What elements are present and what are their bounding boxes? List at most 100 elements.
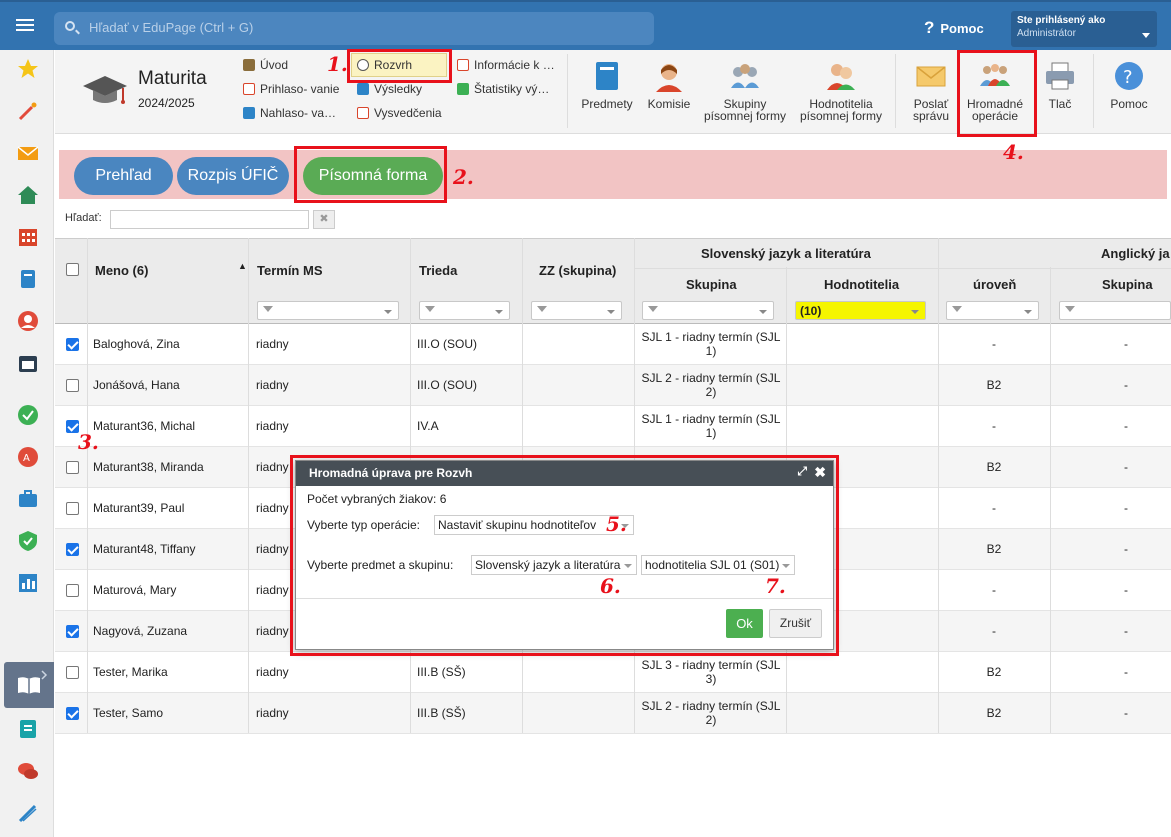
komisie-button[interactable]: Komisie xyxy=(643,60,695,110)
cell-aj-skupina: - xyxy=(1124,583,1128,597)
col-termin[interactable]: Termín MS xyxy=(257,263,323,278)
cell-name: Maturant36, Michal xyxy=(93,419,196,433)
magic-wand-icon[interactable] xyxy=(17,100,39,122)
skupiny-button[interactable]: Skupiny písomnej formy xyxy=(699,60,791,122)
printer-icon xyxy=(1046,62,1074,90)
table-row[interactable]: Tester, Samo riadny III.B (SŠ) SJL 2 - riad… xyxy=(55,693,1171,734)
clear-filter-button[interactable]: ✖ xyxy=(313,210,335,229)
chat-icon[interactable] xyxy=(17,760,39,782)
row-checkbox[interactable] xyxy=(66,707,79,720)
step-5-label: 5. xyxy=(606,512,627,536)
user-icon[interactable] xyxy=(17,310,39,332)
highlight-pisomna xyxy=(294,146,447,203)
cell-name: Nagyová, Zuzana xyxy=(93,624,188,638)
evaluators-icon xyxy=(827,64,855,90)
select-all-checkbox[interactable] xyxy=(66,263,79,276)
cell-trieda: IV.A xyxy=(417,419,439,433)
tab-rozpis[interactable]: Rozpis ÚFIČ xyxy=(177,157,289,195)
home-icon xyxy=(243,59,255,71)
book-icon[interactable] xyxy=(16,674,42,696)
chevron-down-icon xyxy=(911,310,919,314)
grade-icon[interactable]: A xyxy=(17,446,39,468)
svg-text:?: ? xyxy=(1123,67,1133,88)
search-input[interactable]: Hľadať v EduPage (Ctrl + G) xyxy=(54,12,654,45)
envelope-icon xyxy=(916,66,946,87)
col-sjl-skupina[interactable]: Skupina xyxy=(686,277,737,292)
col-meno[interactable]: Meno (6) xyxy=(95,263,148,278)
row-checkbox[interactable] xyxy=(66,461,79,474)
table-row[interactable]: Tester, Marika riadny III.B (SŠ) SJL 3 - ri… xyxy=(55,652,1171,693)
filter-sjl-hodnotitelia[interactable]: (10) xyxy=(795,301,926,320)
form-icon xyxy=(243,83,255,95)
document-icon[interactable] xyxy=(17,718,39,740)
mail-icon[interactable] xyxy=(17,142,39,164)
calendar-icon[interactable] xyxy=(17,352,39,374)
filter-input[interactable] xyxy=(110,210,309,229)
cell-aj-skupina: - xyxy=(1124,706,1128,720)
chevron-down-icon xyxy=(384,310,392,314)
help-button[interactable]: ? Pomoc xyxy=(924,18,984,38)
hodnotitelia-button[interactable]: Hodnotitelia písomnej formy xyxy=(795,60,887,122)
link-statistiky-label: Štatistiky vý… xyxy=(474,82,550,96)
user-menu[interactable]: Ste prihlásený ako Administrátor xyxy=(1011,11,1157,47)
filter-aj-skupina[interactable] xyxy=(1059,301,1171,320)
table-row[interactable]: Maturant36, Michal riadny IV.A SJL 1 - riad… xyxy=(55,406,1171,447)
star-icon[interactable] xyxy=(17,58,39,80)
tab-prehlad[interactable]: Prehľad xyxy=(74,157,173,195)
filter-label: Hľadať: xyxy=(65,212,102,224)
link-prihlasovanie[interactable]: Prihlaso- vanie xyxy=(243,82,339,96)
predmety-label: Predmety xyxy=(581,97,633,111)
link-vysledky[interactable]: Výsledky xyxy=(357,82,422,96)
col-trieda[interactable]: Trieda xyxy=(419,263,457,278)
filter-icon xyxy=(263,306,273,312)
link-uvod-label: Úvod xyxy=(260,58,289,72)
table-row[interactable]: Jonášová, Hana riadny III.O (SOU) SJL 2 - r… xyxy=(55,365,1171,406)
pen-icon[interactable] xyxy=(17,802,39,824)
row-checkbox[interactable] xyxy=(66,584,79,597)
check-circle-icon[interactable] xyxy=(17,404,39,426)
filter-zz[interactable] xyxy=(531,301,622,320)
tlac-button[interactable]: Tlač xyxy=(1035,60,1085,110)
cell-uroven: - xyxy=(992,583,996,597)
filter-trieda[interactable] xyxy=(419,301,510,320)
col-zz[interactable]: ZZ (skupina) xyxy=(539,263,616,278)
home-icon[interactable] xyxy=(17,184,39,206)
row-checkbox[interactable] xyxy=(66,543,79,556)
cell-aj-skupina: - xyxy=(1124,542,1128,556)
col-sjl-hodnotitelia[interactable]: Hodnotitelia xyxy=(824,277,899,292)
col-aj-uroven[interactable]: úroveň xyxy=(973,277,1016,292)
bar-chart-icon[interactable] xyxy=(17,572,39,594)
filter-sjl-skupina[interactable] xyxy=(642,301,774,320)
link-nahlasovanie[interactable]: Nahlaso- va… xyxy=(243,106,336,120)
filter-termin[interactable] xyxy=(257,301,399,320)
col-aj-skupina[interactable]: Skupina xyxy=(1102,277,1153,292)
link-statistiky[interactable]: Štatistiky vý… xyxy=(457,82,549,96)
notebook-icon[interactable] xyxy=(17,268,39,290)
menu-icon[interactable] xyxy=(10,16,46,40)
hodnotitelia-label-2: písomnej formy xyxy=(799,109,883,123)
cell-name: Tester, Marika xyxy=(93,665,168,679)
timetable-icon[interactable] xyxy=(17,226,39,248)
predmety-button[interactable]: Predmety xyxy=(577,60,637,110)
link-informacie[interactable]: Informácie k … xyxy=(457,58,555,72)
row-checkbox[interactable] xyxy=(66,338,79,351)
row-checkbox[interactable] xyxy=(66,625,79,638)
row-checkbox[interactable] xyxy=(66,379,79,392)
link-uvod[interactable]: Úvod xyxy=(243,58,288,72)
filter-icon xyxy=(648,306,658,312)
link-vysvedcenia[interactable]: Vysvedčenia xyxy=(357,106,442,120)
table-header: Meno (6) ▲ Termín MS Trieda ZZ (skupina)… xyxy=(55,238,1171,324)
cell-trieda: III.O (SOU) xyxy=(417,337,477,351)
poslat-spravu-button[interactable]: Poslať správu xyxy=(905,60,957,122)
filter-icon xyxy=(537,306,547,312)
row-checkbox[interactable] xyxy=(66,502,79,515)
shield-icon[interactable] xyxy=(17,530,39,552)
filter-aj-uroven[interactable] xyxy=(946,301,1039,320)
row-checkbox[interactable] xyxy=(66,666,79,679)
briefcase-icon[interactable] xyxy=(17,488,39,510)
svg-text:A: A xyxy=(23,453,30,464)
table-row[interactable]: Baloghová, Zina riadny III.O (SOU) SJL 1 - … xyxy=(55,324,1171,365)
divider xyxy=(895,54,896,128)
pomoc-button[interactable]: ? Pomoc xyxy=(1105,60,1153,110)
person-icon xyxy=(656,64,682,92)
